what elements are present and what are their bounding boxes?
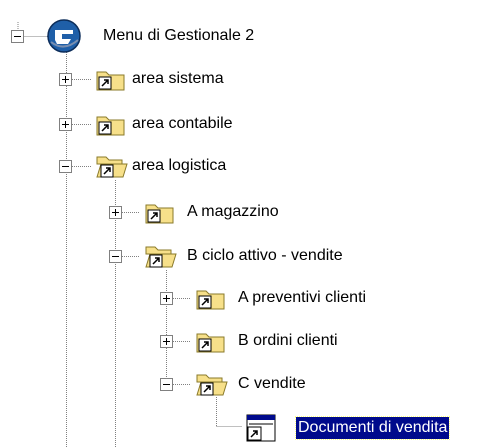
folder-shortcut-icon [145, 204, 174, 224]
folder-open-shortcut-icon [96, 156, 128, 178]
expand-toggle[interactable] [109, 206, 122, 219]
collapse-toggle[interactable] [11, 30, 24, 43]
collapse-toggle[interactable] [59, 160, 72, 173]
collapse-toggle[interactable] [109, 250, 122, 263]
menu-tree: Menu di Gestionale 2 area sistema area c… [0, 0, 500, 448]
folder-open-shortcut-icon [145, 246, 177, 268]
tree-node-label-selected: Documenti di vendita [294, 416, 451, 440]
expand-toggle[interactable] [160, 335, 173, 348]
tree-node-label: area sistema [132, 70, 224, 87]
collapse-toggle[interactable] [160, 378, 173, 391]
tree-node-label: Menu di Gestionale 2 [103, 27, 255, 44]
expand-toggle[interactable] [59, 118, 72, 131]
tree-node-label: A magazzino [187, 203, 279, 220]
folder-shortcut-icon [96, 71, 125, 91]
folder-shortcut-icon [196, 333, 225, 353]
gestionale-logo-icon [47, 19, 81, 53]
folder-shortcut-icon [96, 116, 125, 136]
folder-open-shortcut-icon [196, 374, 228, 396]
tree-node-label: B ciclo attivo - vendite [187, 247, 343, 264]
expand-toggle[interactable] [59, 73, 72, 86]
tree-node-label: area contabile [132, 115, 233, 132]
tree-node-label: area logistica [132, 157, 227, 174]
expand-toggle[interactable] [160, 292, 173, 305]
tree-node-label: C vendite [238, 375, 306, 392]
tree-node-label: A preventivi clienti [238, 289, 367, 306]
folder-shortcut-icon [196, 290, 225, 310]
window-shortcut-icon [246, 414, 276, 442]
tree-node-label: B ordini clienti [238, 332, 338, 349]
